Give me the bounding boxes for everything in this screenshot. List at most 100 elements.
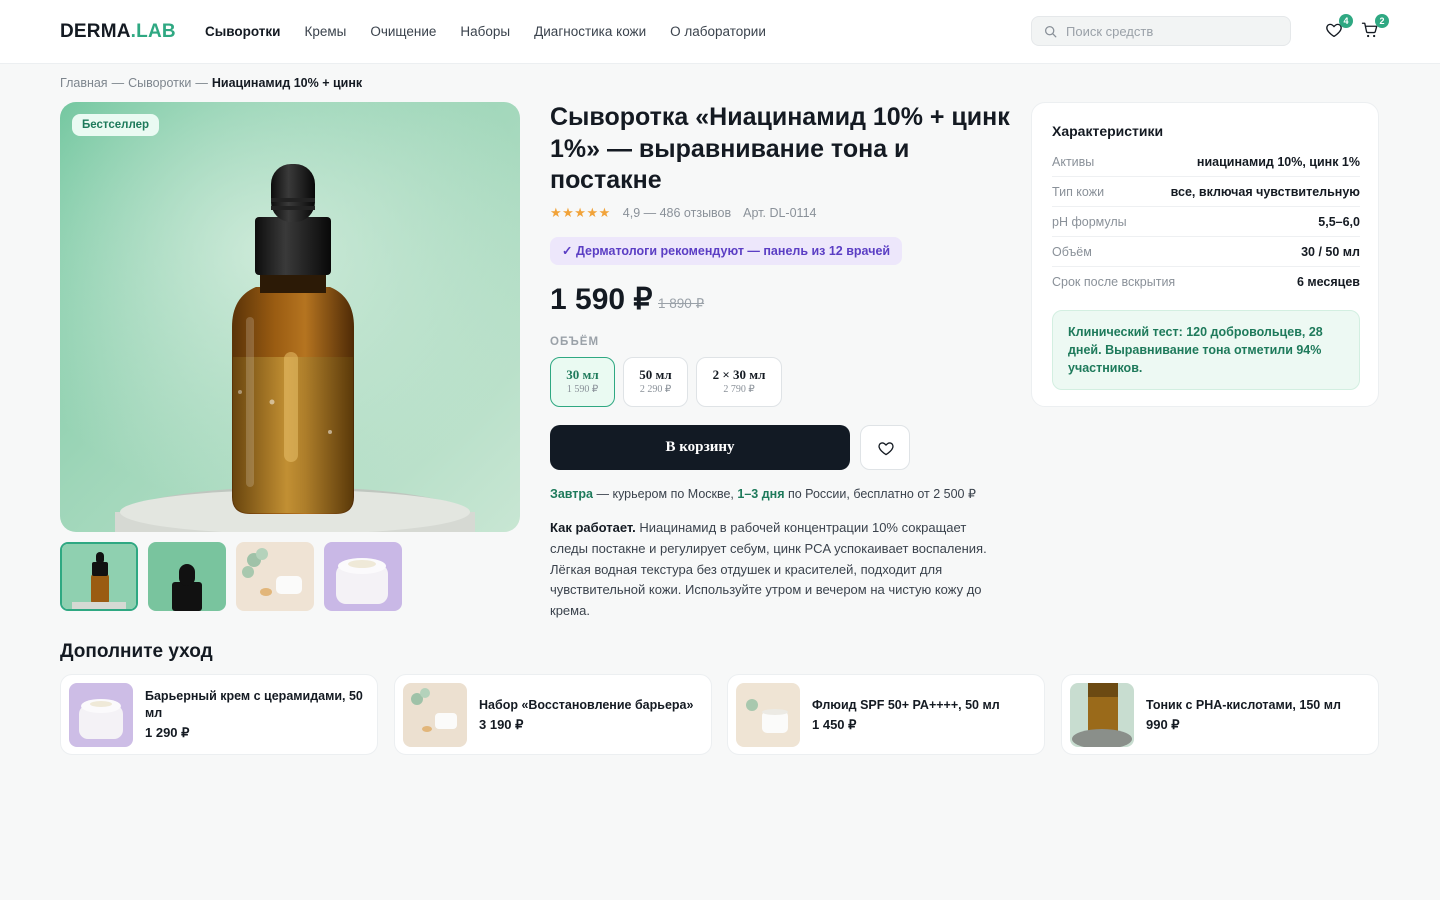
spec-row-actives: Активы ниацинамид 10%, цинк 1%: [1052, 147, 1360, 177]
breadcrumb-home[interactable]: Главная: [60, 76, 108, 90]
product-thumbnail: [403, 683, 467, 747]
product-price: 1 590 ₽: [550, 283, 653, 316]
volume-option-2x30ml[interactable]: 2 × 30 мл 2 790 ₽: [696, 357, 782, 407]
recommendation-card[interactable]: Тоник с PHA-кислотами, 150 мл 990 ₽: [1061, 674, 1379, 755]
thumbnail-4[interactable]: [324, 542, 402, 611]
clinical-test-note: Клинический тест: 120 добровольцев, 28 д…: [1052, 310, 1360, 390]
toner-bottle-photo: [1070, 683, 1134, 747]
spec-value: 6 месяцев: [1296, 275, 1360, 289]
product-main-image[interactable]: [60, 102, 520, 532]
nav-item-serums[interactable]: Сыворотки: [205, 24, 280, 39]
thumbnail-2[interactable]: [148, 542, 226, 611]
volume-option-name: 2 × 30 мл: [712, 367, 766, 382]
spec-key: Тип кожи: [1052, 185, 1105, 199]
bottle-top-photo: [148, 542, 226, 611]
spec-value: 5,5–6,0: [1318, 215, 1360, 229]
cream-jar-photo: [324, 542, 402, 611]
spec-key: Срок после вскрытия: [1052, 275, 1176, 289]
add-to-cart-button[interactable]: В корзину: [550, 425, 850, 470]
cream-and-eucalyptus-photo: [236, 542, 314, 611]
nav-item-creams[interactable]: Кремы: [304, 24, 346, 39]
spec-value: все, включая чувствительную: [1170, 185, 1360, 199]
recommendation-price: 3 190 ₽: [479, 716, 524, 732]
logo[interactable]: DERMA.LAB: [60, 21, 176, 43]
breadcrumb-separator: —: [111, 76, 125, 90]
spec-key: Активы: [1052, 155, 1095, 169]
rating-row: ★★★★★ 4,9 — 486 отзывов Арт. DL-0114: [550, 205, 816, 221]
dermatologist-recommend-badge: ✓ Дерматологи рекомендуют — панель из 12…: [550, 237, 903, 265]
heart-icon: [878, 442, 894, 456]
recommendation-card[interactable]: Флюид SPF 50+ PA++++, 50 мл 1 450 ₽: [727, 674, 1045, 755]
recommendation-name: Флюид SPF 50+ PA++++, 50 мл: [812, 697, 1000, 712]
rating-stars-icon: ★★★★★: [550, 205, 611, 220]
product-old-price: 1 890 ₽: [658, 296, 705, 311]
volume-label: ОБЪЁМ: [550, 336, 600, 348]
recommendation-name: Барьерный крем с церамидами, 50 мл: [145, 689, 363, 720]
spec-row-ph: pH формулы 5,5–6,0: [1052, 207, 1360, 237]
cart-button[interactable]: 2: [1361, 14, 1389, 41]
thumbnail-1[interactable]: [60, 542, 138, 611]
recommendation-price: 1 450 ₽: [812, 716, 857, 732]
breadcrumb-serums[interactable]: Сыворотки: [128, 76, 191, 90]
recommendations-title: Дополните уход: [60, 641, 213, 662]
dropper-bottle-photo: [60, 102, 520, 532]
product-thumbnail: [1070, 683, 1134, 747]
recommendation-name: Тоник с PHA-кислотами, 150 мл: [1146, 697, 1341, 712]
nav-item-cleansing[interactable]: Очищение: [370, 24, 436, 39]
spec-row-volume: Объём 30 / 50 мл: [1052, 237, 1360, 267]
volume-option-price: 2 790 ₽: [723, 384, 755, 395]
product-sku: Арт. DL-0114: [743, 206, 817, 220]
dropper-bottle-photo: [62, 544, 136, 609]
product-title: Сыворотка «Ниацинамид 10% + цинк 1%» — в…: [550, 103, 1010, 194]
thumbnail-3[interactable]: [236, 542, 314, 611]
delivery-days: 1–3 дня: [737, 487, 785, 501]
spec-key: Объём: [1052, 245, 1092, 259]
product-thumbnail: [736, 683, 800, 747]
bestseller-badge: Бестселлер: [72, 114, 160, 136]
recommendation-price: 1 290 ₽: [145, 725, 190, 740]
recommendation-card[interactable]: Барьерный крем с церамидами, 50 мл 1 290…: [60, 674, 378, 755]
recommendation-card[interactable]: Набор «Восстановление барьера» 3 190 ₽: [394, 674, 712, 755]
cream-and-eucalyptus-photo: [403, 683, 467, 747]
search-input[interactable]: [1066, 17, 1286, 45]
specs-title: Характеристики: [1052, 123, 1164, 139]
rating-reviews-link[interactable]: 4,9 — 486 отзывов: [623, 206, 731, 220]
delivery-info: Завтра — курьером по Москве, 1–3 дня по …: [550, 486, 976, 501]
description-lead: Как работает.: [550, 520, 636, 535]
spec-row-shelf-life: Срок после вскрытия 6 месяцев: [1052, 267, 1360, 297]
spf-fluid-photo: [736, 683, 800, 747]
nav-item-sets[interactable]: Наборы: [460, 24, 510, 39]
nav-item-skin-diagnostics[interactable]: Диагностика кожи: [534, 24, 646, 39]
logo-accent: LAB: [136, 21, 176, 42]
volume-option-name: 50 мл: [639, 367, 672, 382]
product-thumbnail: [69, 683, 133, 747]
search-box: [1031, 16, 1291, 46]
main-nav: Сыворотки Кремы Очищение Наборы Диагност…: [205, 24, 766, 39]
volume-option-50ml[interactable]: 50 мл 2 290 ₽: [623, 357, 688, 407]
breadcrumb-separator: —: [195, 76, 208, 90]
spec-row-skin-type: Тип кожи все, включая чувствительную: [1052, 177, 1360, 207]
spec-value: ниацинамид 10%, цинк 1%: [1196, 155, 1360, 169]
logo-main: DERMA: [60, 21, 131, 42]
spec-key: pH формулы: [1052, 215, 1127, 229]
recommendation-price: 990 ₽: [1146, 716, 1180, 732]
wishlist-button[interactable]: 4: [1325, 14, 1353, 41]
wishlist-count-badge: 4: [1339, 14, 1353, 28]
breadcrumb-current: Ниацинамид 10% + цинк: [211, 76, 363, 90]
volume-option-name: 30 мл: [566, 367, 599, 382]
volume-option-price: 1 590 ₽: [566, 384, 599, 395]
site-header: DERMA.LAB Сыворотки Кремы Очищение Набор…: [0, 0, 1440, 64]
cream-jar-photo: [69, 683, 133, 747]
specs-card: Характеристики Активы ниацинамид 10%, ци…: [1031, 102, 1379, 407]
volume-option-price: 2 290 ₽: [639, 384, 672, 395]
delivery-russia: по России, бесплатно от 2 500 ₽: [784, 487, 976, 501]
volume-option-30ml[interactable]: 30 мл 1 590 ₽: [550, 357, 615, 407]
cart-count-badge: 2: [1375, 14, 1389, 28]
spec-value: 30 / 50 мл: [1301, 245, 1360, 259]
nav-item-about-lab[interactable]: О лаборатории: [670, 24, 766, 39]
delivery-moscow: — курьером по Москве,: [593, 487, 738, 501]
recommendation-name: Набор «Восстановление барьера»: [479, 697, 694, 712]
add-to-wishlist-button[interactable]: [860, 425, 910, 470]
breadcrumb: Главная — Сыворотки — Ниацинамид 10% + цинк: [60, 76, 362, 90]
search-icon: [1044, 25, 1057, 38]
